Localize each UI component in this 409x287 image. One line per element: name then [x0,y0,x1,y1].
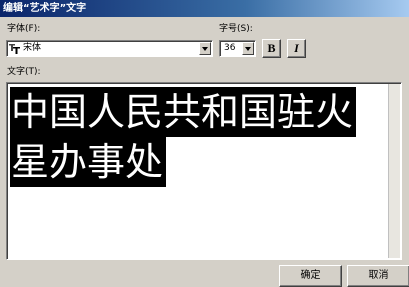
text-scrollbar[interactable] [388,84,400,258]
text-line-2: 星办事处 [10,137,167,187]
font-label: 字体(F): [7,24,41,34]
size-dropdown-button[interactable] [242,42,254,55]
chevron-down-icon [202,46,208,51]
text-editor[interactable]: 中国人民共和国驻火 星办事处 [6,82,402,260]
cancel-label: 取消 [368,270,389,281]
italic-label: I [294,41,299,55]
font-combobox[interactable]: 宋体 [6,40,213,57]
text-label: 文字(T): [7,67,41,77]
bold-button[interactable]: B [262,39,281,58]
size-combobox[interactable]: 36 [219,40,256,57]
ok-button[interactable]: 确定 [279,265,342,287]
text-line-1: 中国人民共和国驻火 [10,87,357,137]
text-content: 中国人民共和国驻火 星办事处 [10,87,357,187]
size-label: 字号(S): [219,24,253,34]
cancel-button[interactable]: 取消 [347,265,409,287]
font-value: 宋体 [23,43,42,53]
chevron-down-icon [245,46,251,51]
italic-button[interactable]: I [287,39,306,58]
truetype-icon [9,43,20,54]
ok-label: 确定 [300,270,321,281]
dialog-title: 编辑“艺术字”文字 [0,0,409,17]
bold-label: B [267,41,276,55]
font-dropdown-button[interactable] [199,42,211,55]
size-value: 36 [224,43,236,53]
